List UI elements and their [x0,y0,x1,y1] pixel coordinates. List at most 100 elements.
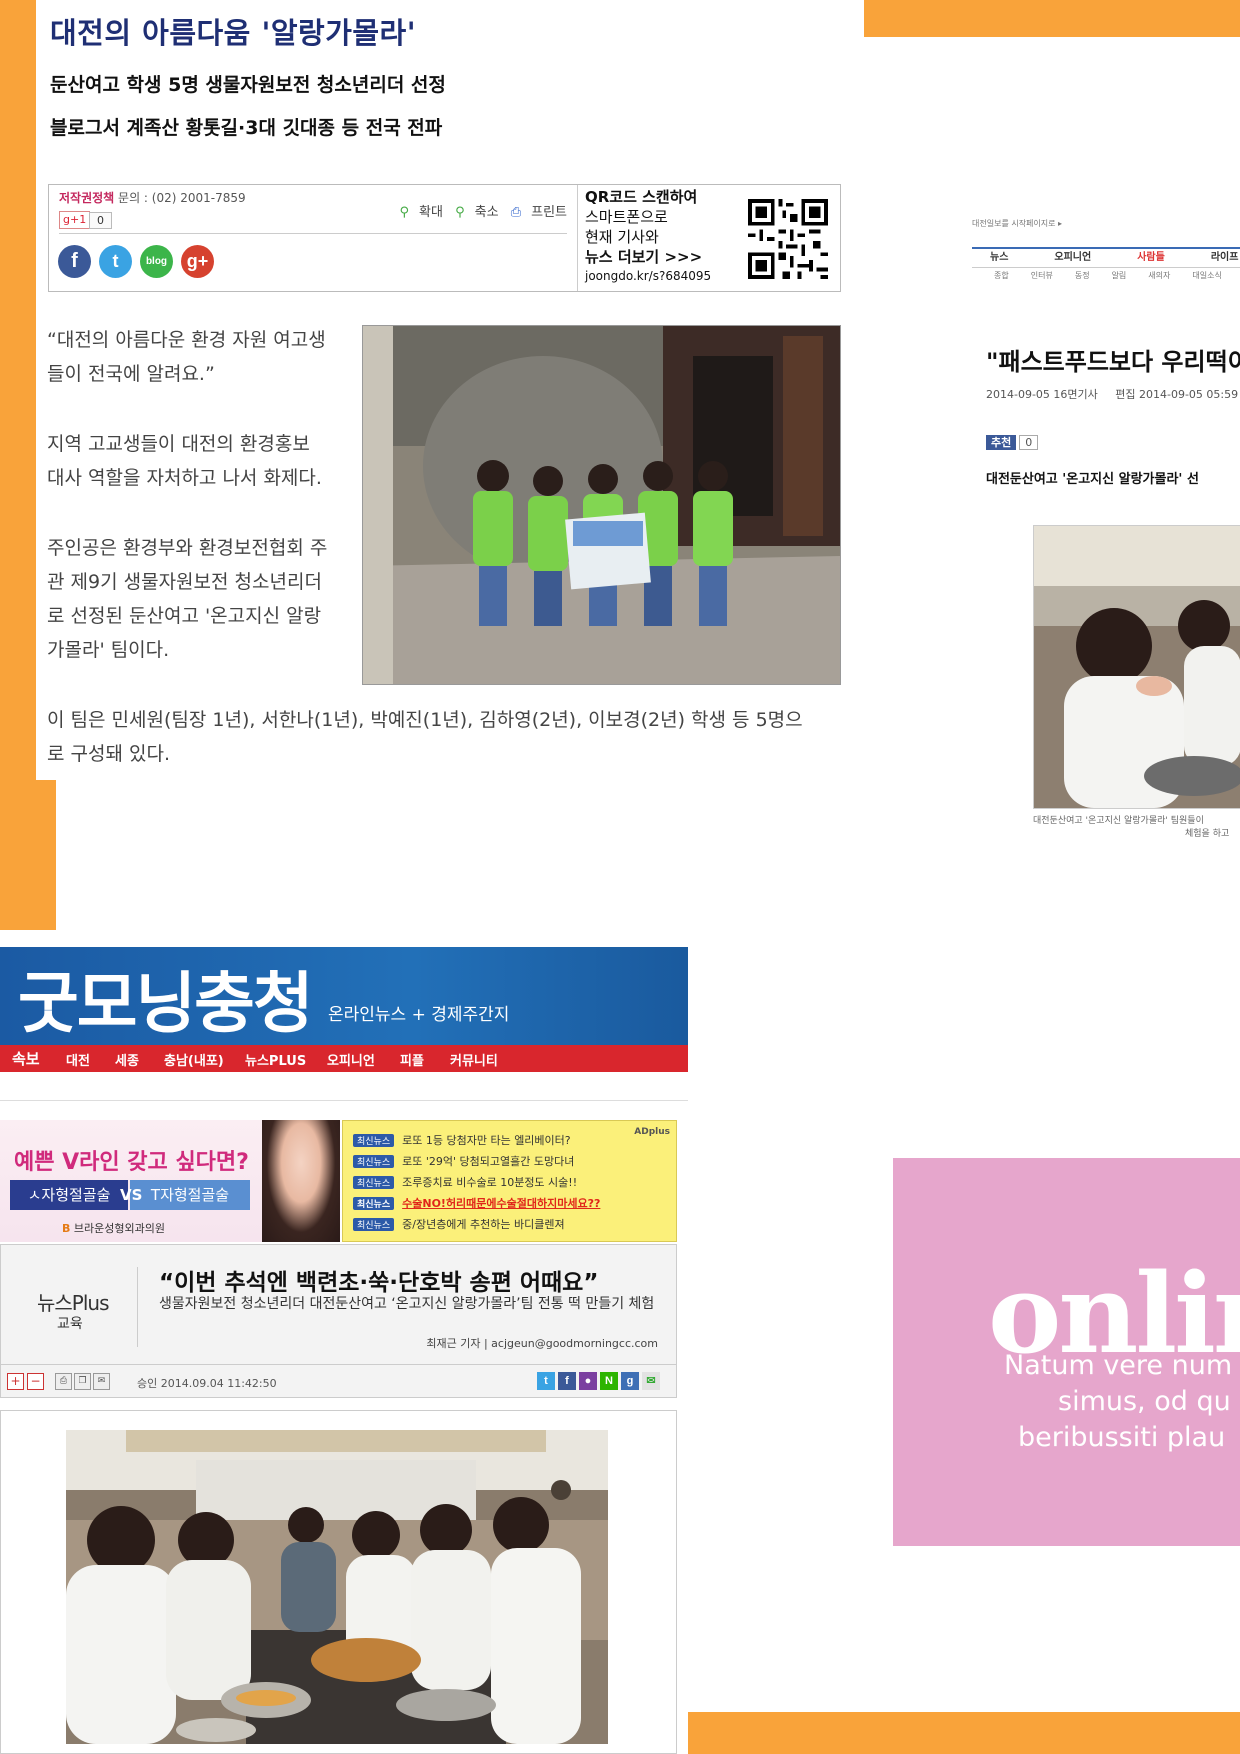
naver-icon[interactable]: N [600,1372,618,1390]
qr-text-4: 뉴스 더보기 >>> [585,248,703,266]
rice-cake-making-photo [66,1430,608,1744]
blog-icon[interactable]: blog [140,245,173,278]
qr-code-icon [748,199,828,279]
clinic-name-text: 브라운성형외과의원 [73,1222,165,1235]
gplus-count: 0 [89,212,112,229]
section-category: 교육 [57,1316,83,1332]
orange-band-top-right [864,0,1240,37]
article-title: 대전의 아름다움 '알랑가몰라' [50,16,417,50]
google-plus-icon[interactable]: g+ [181,245,214,278]
gm-tagline: 온라인뉴스 + 경제주간지 [328,1005,510,1025]
subnav-item[interactable]: 새의자 [1148,271,1170,280]
font-decrease-button[interactable]: − [27,1373,44,1390]
clinic-ad-banner[interactable]: 예쁜 V라인 갖고 싶다면? ㅅ자형절골술 T자형절골술 VS B 브라운성형외… [0,1120,340,1242]
facebook-icon[interactable]: f [558,1372,576,1390]
ad-news-item[interactable]: 최신뉴스 로또 '29억' 당첨되고열흘간 도망다녀 [353,1153,574,1169]
copyright-policy-link[interactable]: 저작권정책 [59,191,114,205]
nav-life[interactable]: 라이프 [1211,249,1239,266]
promo-line-2: simus, od qu [1058,1386,1231,1417]
zoom-out-button[interactable]: ⚲ 축소 [455,205,498,220]
ad-news-text: 로또 '29억' 당첨되고열흘간 도망다녀 [402,1155,575,1168]
ad-model-image [262,1120,340,1242]
nav-daejeon[interactable]: 대전 [66,1050,90,1069]
gm-headline: “이번 추석엔 백련초·쑥·단호박 송편 어때요” [159,1270,599,1296]
para1-line-2: 들이 전국에 알려요.” [47,363,215,385]
article-toolbox: 저작권정책 문의 : (02) 2001-7859 g+1 0 ⚲ 확대 ⚲ 축소 … [48,184,841,292]
students-photo [362,325,841,685]
nav-people[interactable]: 피플 [400,1050,424,1069]
ad-headline: 예쁜 V라인 갖고 싶다면? [14,1150,249,1175]
copy-icon[interactable]: ❐ [74,1373,91,1390]
nav-community[interactable]: 커뮤니티 [450,1050,498,1069]
right-clip-subnav: 종합 인터뷰 동정 알림 새의자 대일소식 [972,270,1222,281]
recommend-button[interactable]: 추천 [986,435,1017,450]
nav-chungnam[interactable]: 충남(내포) [164,1050,224,1069]
approved-date: 승인 2014.09.04 11:42:50 [137,1377,277,1390]
qr-text-1: QR코드 스캔하여 [585,188,698,206]
ad-news-text: 수술NO!허리때문에수술절대하지마세요?? [402,1197,601,1210]
toolbox-divider [59,233,567,234]
font-increase-button[interactable]: + [7,1373,24,1390]
nav-opinion[interactable]: 오피니언 [327,1050,375,1069]
subnav-item[interactable]: 대일소식 [1192,271,1221,280]
subnav-item[interactable]: 인터뷰 [1031,271,1053,280]
ad-news-item[interactable]: 최신뉴스 중/장년층에게 추천하는 바디클렌져 [353,1216,565,1232]
facebook-icon[interactable]: f [58,245,91,278]
right-clip-title: "패스트푸드보다 우리떡이 [986,348,1240,376]
subnav-item[interactable]: 종합 [994,271,1009,280]
nav-sejong[interactable]: 세종 [115,1050,139,1069]
para3-line-3: 로 선정된 둔산여고 '온고지신 알랑 [47,605,322,627]
share-icon[interactable]: ✉ [642,1372,660,1390]
ad-option-s: ㅅ자형절골술 [10,1180,128,1210]
para3-line-2: 관 제9기 생물자원보전 청소년리더 [47,571,322,593]
start-page-link[interactable]: 대전일보를 시작페이지로 ▸ [972,218,1062,229]
nav-news[interactable]: 뉴스 [990,249,1008,266]
newsplus-logo: 뉴스Plus [37,1291,110,1315]
ad-news-item[interactable]: 최신뉴스 수술NO!허리때문에수술절대하지마세요?? [353,1195,600,1211]
twitter-icon[interactable]: t [537,1372,555,1390]
rice-cake-making-illustration [66,1430,608,1744]
right-clip-caption-2: 체험을 하고 [1185,829,1230,839]
nav-opinion[interactable]: 오피니언 [1054,249,1091,266]
qr-url[interactable]: joongdo.kr/s?684095 [585,269,725,283]
print-icon[interactable]: ⎙ [55,1373,72,1390]
mail-icon[interactable]: ✉ [93,1373,110,1390]
latest-news-tag: 최신뉴스 [353,1218,395,1231]
nav-people[interactable]: 사람들 [1137,249,1165,266]
ad-news-item[interactable]: 최신뉴스 로또 1등 당첨자만 타는 엘리베이터? [353,1132,571,1148]
ad-news-item[interactable]: 최신뉴스 조루증치료 비수술로 10분정도 시술!! [353,1174,577,1190]
nav-newsplus[interactable]: 뉴스PLUS [245,1050,306,1069]
article-date: 2014-09-05 16면기사 [986,388,1098,401]
right-clip-caption-1: 대전둔산여고 '온고지신 알랑가몰라' 팀원들이 [1033,816,1204,826]
gm-article-toolbar: + − ⎙ ❐ ✉ 승인 2014.09.04 11:42:50 t f ● N… [1,1364,676,1398]
me2day-icon[interactable]: ● [579,1372,597,1390]
print-label: 프린트 [531,205,567,220]
ad-news-text: 로또 1등 당첨자만 타는 엘리베이터? [402,1134,571,1147]
subnav-item[interactable]: 동정 [1075,271,1090,280]
print-button[interactable]: ⎙ 프린트 [511,205,567,220]
gm-byline: 최재근 기자 | acjgeun@goodmorningcc.com [426,1337,658,1350]
latest-news-ad: ADplus 최신뉴스 로또 1등 당첨자만 타는 엘리베이터? 최신뉴스 로또 '… [342,1120,677,1242]
recommend-count: 0 [1019,435,1039,450]
google-icon[interactable]: g [621,1372,639,1390]
para3-line-1: 주인공은 환경부와 환경보전협회 주 [47,537,328,559]
gm-subheadline: 생물자원보전 청소년리더 대전둔산여고 ‘온고지신 알랑가몰라’팀 전통 떡 만… [159,1296,655,1312]
gplus-button[interactable]: g+1 [59,211,91,229]
ad-news-text: 조루증치료 비수술로 10분정도 시술!! [402,1176,578,1189]
gm-logo[interactable]: 굿모닝충청 [18,950,314,1046]
gm-divider [0,1100,688,1101]
header-divider [137,1267,138,1347]
subnav-item[interactable]: 알림 [1112,271,1127,280]
zoom-in-button[interactable]: ⚲ 확대 [400,205,443,220]
twitter-icon[interactable]: t [99,245,132,278]
nav-breaking[interactable]: 속보 [12,1048,40,1069]
article-paragraph-1: “대전의 아름다운 환경 자원 여고생 들이 전국에 알려요.” [47,323,326,391]
rice-cake-photo-small [1033,525,1240,809]
rice-cake-photo-small-illustration [1034,526,1240,808]
ad-vs: VS [120,1186,143,1204]
latest-news-tag: 최신뉴스 [353,1197,395,1210]
article-subtitle-1: 둔산여고 학생 5명 생물자원보전 청소년리더 선정 [50,74,446,96]
promo-line-3: beribussiti plau [1018,1422,1226,1453]
qr-text-2: 스마트폰으로 [585,208,668,226]
zoom-out-icon: ⚲ [455,205,465,220]
